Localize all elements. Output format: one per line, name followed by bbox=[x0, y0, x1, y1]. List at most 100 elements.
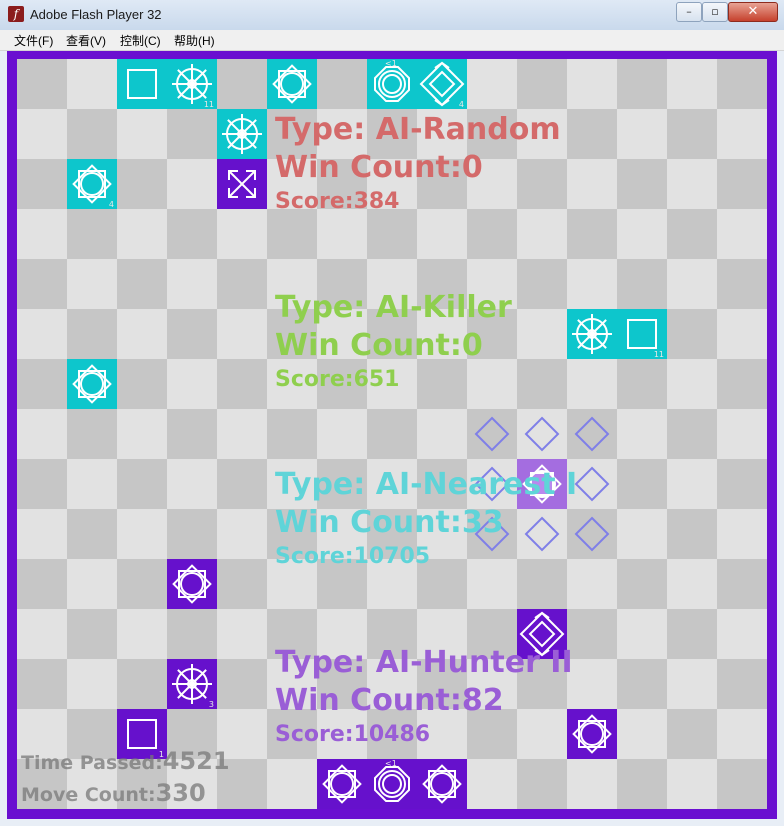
board-cell[interactable] bbox=[617, 359, 667, 409]
board-cell[interactable] bbox=[17, 609, 67, 659]
board-cell[interactable] bbox=[617, 409, 667, 459]
board-cell[interactable] bbox=[317, 209, 367, 259]
board-cell[interactable] bbox=[517, 209, 567, 259]
board-cell[interactable] bbox=[367, 409, 417, 459]
board-cell[interactable] bbox=[617, 209, 667, 259]
board-cell[interactable] bbox=[67, 559, 117, 609]
board-cell[interactable] bbox=[517, 159, 567, 209]
board-cell[interactable] bbox=[667, 59, 717, 109]
board-cell[interactable] bbox=[467, 59, 517, 109]
board-cell[interactable] bbox=[167, 309, 217, 359]
board-cell[interactable] bbox=[267, 209, 317, 259]
board-cell[interactable] bbox=[367, 209, 417, 259]
purple-piece[interactable] bbox=[217, 159, 267, 209]
board-cell[interactable] bbox=[667, 659, 717, 709]
board-cell[interactable] bbox=[117, 409, 167, 459]
board-cell[interactable] bbox=[117, 509, 167, 559]
board-cell[interactable] bbox=[267, 409, 317, 459]
board-cell[interactable] bbox=[167, 509, 217, 559]
board-cell[interactable] bbox=[617, 709, 667, 759]
board-cell[interactable] bbox=[167, 159, 217, 209]
board-cell[interactable] bbox=[567, 559, 617, 609]
board-cell[interactable] bbox=[717, 659, 767, 709]
board-cell[interactable] bbox=[467, 559, 517, 609]
board-cell[interactable] bbox=[17, 159, 67, 209]
close-button[interactable]: ✕ bbox=[728, 2, 778, 22]
board-cell[interactable] bbox=[567, 109, 617, 159]
board-cell[interactable] bbox=[117, 459, 167, 509]
board-cell[interactable] bbox=[117, 209, 167, 259]
board-cell[interactable] bbox=[67, 109, 117, 159]
board-cell[interactable] bbox=[167, 109, 217, 159]
purple-piece[interactable]: 3 bbox=[167, 659, 217, 709]
board-cell[interactable] bbox=[667, 259, 717, 309]
board-cell[interactable] bbox=[467, 359, 517, 409]
board-cell[interactable] bbox=[217, 559, 267, 609]
board-cell[interactable] bbox=[117, 309, 167, 359]
cyan-piece[interactable] bbox=[67, 359, 117, 409]
board-cell[interactable] bbox=[667, 109, 717, 159]
board-cell[interactable] bbox=[67, 409, 117, 459]
board-cell[interactable] bbox=[567, 759, 617, 809]
board-cell[interactable] bbox=[567, 59, 617, 109]
board-cell[interactable] bbox=[517, 559, 567, 609]
board-cell[interactable] bbox=[117, 359, 167, 409]
board-cell[interactable] bbox=[567, 159, 617, 209]
board-cell[interactable] bbox=[67, 509, 117, 559]
board-cell[interactable] bbox=[17, 409, 67, 459]
board-cell[interactable] bbox=[617, 509, 667, 559]
cyan-piece[interactable] bbox=[567, 309, 617, 359]
cyan-piece[interactable] bbox=[117, 59, 167, 109]
board-cell[interactable] bbox=[717, 459, 767, 509]
board-cell[interactable] bbox=[717, 359, 767, 409]
board-cell[interactable] bbox=[67, 459, 117, 509]
menu-view[interactable]: 查看(V) bbox=[66, 32, 106, 49]
board-cell[interactable] bbox=[17, 659, 67, 709]
board-cell[interactable] bbox=[167, 409, 217, 459]
board-cell[interactable] bbox=[717, 759, 767, 809]
board-cell[interactable] bbox=[17, 59, 67, 109]
board-cell[interactable] bbox=[717, 709, 767, 759]
board-cell[interactable] bbox=[667, 709, 717, 759]
cyan-piece[interactable]: 4 bbox=[67, 159, 117, 209]
board-cell[interactable] bbox=[717, 409, 767, 459]
board-cell[interactable] bbox=[17, 259, 67, 309]
board-cell[interactable] bbox=[717, 209, 767, 259]
purple-piece[interactable] bbox=[167, 559, 217, 609]
board-cell[interactable] bbox=[117, 559, 167, 609]
board-cell[interactable] bbox=[717, 159, 767, 209]
board-cell[interactable] bbox=[67, 609, 117, 659]
board-cell[interactable] bbox=[517, 759, 567, 809]
board-cell[interactable] bbox=[217, 509, 267, 559]
cyan-piece[interactable]: 11 bbox=[617, 309, 667, 359]
move-hint-diamond-icon[interactable] bbox=[517, 409, 567, 459]
board-cell[interactable] bbox=[117, 659, 167, 709]
board-cell[interactable] bbox=[17, 359, 67, 409]
board-cell[interactable] bbox=[567, 659, 617, 709]
board-cell[interactable] bbox=[167, 459, 217, 509]
board-cell[interactable] bbox=[417, 209, 467, 259]
board-cell[interactable] bbox=[617, 459, 667, 509]
board-cell[interactable] bbox=[667, 159, 717, 209]
board-cell[interactable] bbox=[217, 409, 267, 459]
board-cell[interactable] bbox=[417, 409, 467, 459]
cyan-piece[interactable]: <1 bbox=[367, 59, 417, 109]
minimize-button[interactable]: – bbox=[676, 2, 702, 22]
board-cell[interactable] bbox=[117, 159, 167, 209]
board-cell[interactable] bbox=[517, 359, 567, 409]
cyan-piece[interactable]: 4 bbox=[417, 59, 467, 109]
board-cell[interactable] bbox=[667, 509, 717, 559]
move-hint-diamond-icon[interactable] bbox=[567, 409, 617, 459]
board-cell[interactable] bbox=[717, 559, 767, 609]
purple-piece[interactable] bbox=[567, 709, 617, 759]
board-cell[interactable] bbox=[17, 559, 67, 609]
board-cell[interactable] bbox=[617, 109, 667, 159]
move-hint-diamond-icon[interactable] bbox=[467, 409, 517, 459]
menu-control[interactable]: 控制(C) bbox=[120, 32, 161, 49]
board-cell[interactable] bbox=[417, 359, 467, 409]
board-cell[interactable] bbox=[667, 459, 717, 509]
board-cell[interactable] bbox=[567, 209, 617, 259]
board-cell[interactable] bbox=[467, 209, 517, 259]
board-cell[interactable] bbox=[617, 659, 667, 709]
board-cell[interactable] bbox=[17, 109, 67, 159]
